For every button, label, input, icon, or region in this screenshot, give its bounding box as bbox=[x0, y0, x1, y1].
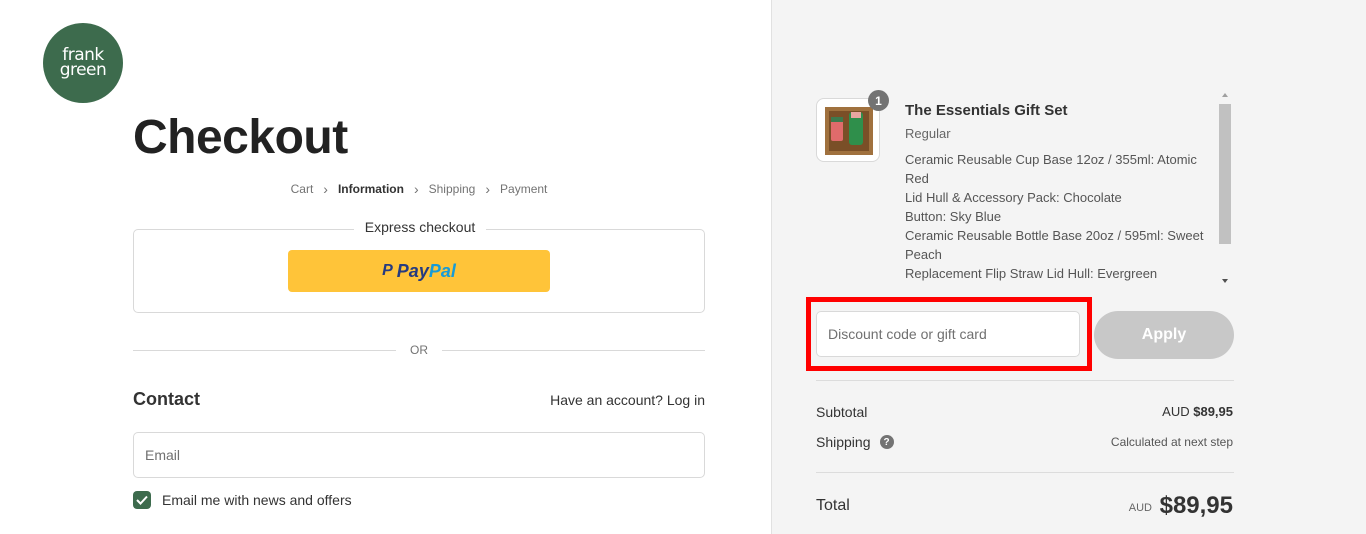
account-prompt-text: Have an account? bbox=[550, 392, 663, 408]
or-divider: OR bbox=[133, 343, 705, 357]
order-summary: 1 The Essentials Gift Set Regular Cerami… bbox=[771, 0, 1366, 534]
product-option: Replacement Flip Straw Lid Hull: Evergre… bbox=[905, 266, 1158, 281]
product-options: Ceramic Reusable Cup Base 12oz / 355ml: … bbox=[905, 150, 1205, 283]
checkmark-icon bbox=[136, 495, 148, 505]
product-variant: Regular bbox=[905, 126, 951, 141]
line-items-scrollbar[interactable] bbox=[1218, 90, 1232, 288]
total-label: Total bbox=[816, 497, 850, 514]
apply-discount-button[interactable]: Apply bbox=[1094, 311, 1234, 359]
chevron-right-icon: › bbox=[485, 181, 491, 197]
account-prompt: Have an account? Log in bbox=[550, 392, 705, 408]
help-icon[interactable]: ? bbox=[879, 435, 894, 449]
divider-line bbox=[442, 349, 705, 351]
product-option: Lid Hull & Accessory Pack: Chocolate bbox=[905, 190, 1122, 205]
paypal-icon: P bbox=[382, 262, 393, 279]
login-link[interactable]: Log in bbox=[667, 392, 705, 408]
divider-line bbox=[133, 349, 396, 351]
subtotal-label: Subtotal bbox=[816, 404, 868, 420]
product-option: Ceramic Reusable Bottle Base 20oz / 595m… bbox=[905, 228, 1204, 262]
paypal-wordmark-pal: Pal bbox=[428, 260, 456, 281]
scroll-thumb[interactable] bbox=[1219, 104, 1231, 244]
express-checkout-box: Express checkout P Pay Pal bbox=[133, 219, 705, 313]
scroll-up-icon[interactable] bbox=[1222, 93, 1228, 97]
breadcrumb-shipping: Shipping bbox=[428, 182, 476, 196]
discount-code-input[interactable] bbox=[816, 311, 1080, 357]
total-currency: AUD bbox=[1128, 502, 1152, 514]
product-image bbox=[825, 107, 873, 155]
breadcrumb-information: Information bbox=[337, 182, 404, 196]
quantity-badge: 1 bbox=[868, 90, 889, 111]
product-option: Ceramic Reusable Cup Base 12oz / 355ml: … bbox=[905, 152, 1197, 186]
breadcrumb: Cart › Information › Shipping › Payment bbox=[133, 181, 705, 197]
checkout-main: frank green Checkout Cart › Information … bbox=[0, 0, 771, 534]
newsletter-checkbox[interactable] bbox=[133, 491, 151, 509]
paypal-button[interactable]: P Pay Pal bbox=[288, 250, 550, 292]
shipping-value: Calculated at next step bbox=[1110, 435, 1233, 449]
product-name: The Essentials Gift Set bbox=[905, 102, 1068, 119]
summary-divider bbox=[816, 472, 1234, 473]
breadcrumb-cart[interactable]: Cart bbox=[287, 182, 318, 196]
brand-logo-line2: green bbox=[59, 60, 107, 80]
newsletter-label[interactable]: Email me with news and offers bbox=[162, 492, 352, 508]
summary-divider bbox=[816, 380, 1234, 381]
breadcrumb-payment: Payment bbox=[500, 182, 548, 196]
subtotal-currency: AUD bbox=[1162, 404, 1190, 419]
subtotal-value: AUD $89,95 bbox=[1162, 404, 1233, 419]
total-amount: $89,95 bbox=[1159, 492, 1233, 519]
paypal-wordmark-pay: Pay bbox=[396, 260, 429, 281]
brand-logo[interactable]: frank green bbox=[43, 23, 123, 103]
contact-heading: Contact bbox=[133, 389, 200, 409]
or-label: OR bbox=[410, 343, 428, 357]
shipping-row: Shipping ? bbox=[816, 434, 894, 450]
email-field[interactable] bbox=[133, 432, 705, 478]
page-title: Checkout bbox=[133, 111, 348, 164]
shipping-label: Shipping bbox=[816, 434, 871, 450]
chevron-right-icon: › bbox=[413, 181, 419, 197]
scroll-down-icon[interactable] bbox=[1222, 279, 1228, 283]
chevron-right-icon: › bbox=[323, 181, 328, 197]
express-checkout-title: Express checkout bbox=[354, 219, 486, 235]
subtotal-amount: $89,95 bbox=[1193, 404, 1233, 419]
product-option: Button: Sky Blue bbox=[905, 209, 1002, 224]
